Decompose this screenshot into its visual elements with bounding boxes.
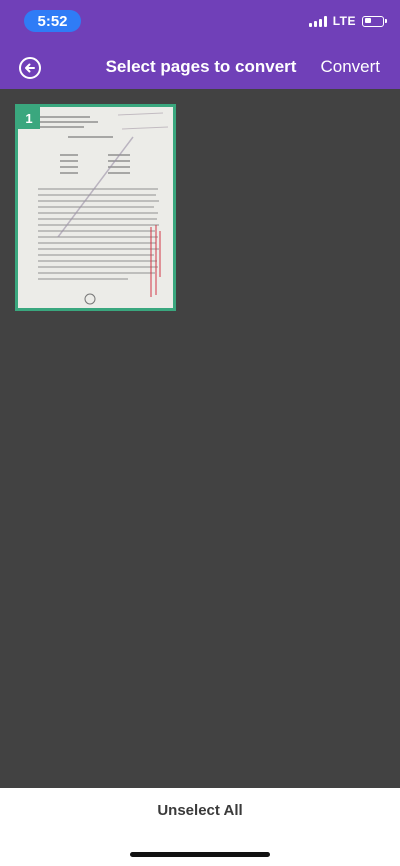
bottom-bar: Unselect All bbox=[0, 788, 400, 866]
back-button[interactable] bbox=[18, 56, 42, 80]
network-type: LTE bbox=[332, 14, 356, 28]
back-arrow-icon bbox=[19, 57, 41, 79]
page-thumbnail[interactable]: 1 bbox=[15, 104, 176, 311]
top-bar: 5:52 LTE Select pages to convert Convert bbox=[0, 0, 400, 89]
status-indicators: LTE bbox=[308, 14, 387, 28]
document-preview-image bbox=[18, 107, 173, 308]
status-time: 5:52 bbox=[24, 10, 81, 32]
convert-button[interactable]: Convert bbox=[320, 57, 380, 77]
page-title: Select pages to convert bbox=[105, 57, 297, 76]
unselect-all-button[interactable]: Unselect All bbox=[0, 802, 400, 819]
battery-icon bbox=[362, 15, 387, 27]
home-indicator bbox=[130, 852, 270, 857]
signal-icon bbox=[308, 15, 327, 27]
page-number-badge: 1 bbox=[18, 107, 40, 129]
